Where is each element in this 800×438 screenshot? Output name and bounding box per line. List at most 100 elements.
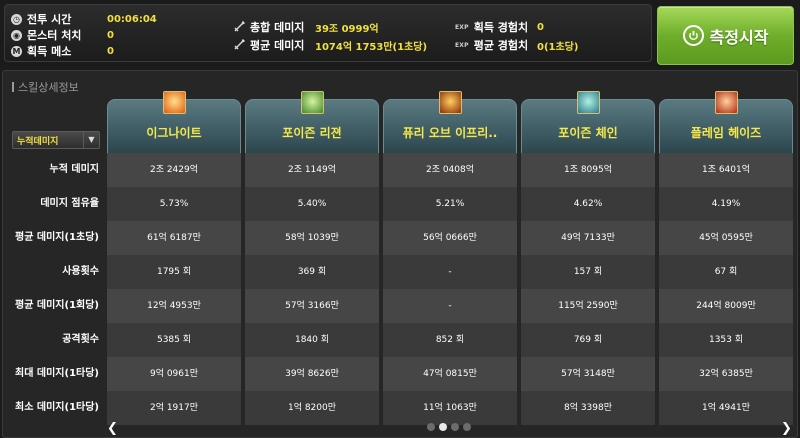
next-page-arrow[interactable]: ❯	[781, 421, 792, 436]
skill-header[interactable]: 포이즌 리젼	[245, 91, 379, 154]
stat-value: 0	[107, 29, 114, 41]
skill-name: 포이즌 리젼	[282, 126, 342, 140]
skill-header[interactable]: 플레임 헤이즈	[659, 91, 793, 154]
monster-icon: ◉	[11, 29, 22, 41]
skill-stat-cell: 769 회	[521, 323, 655, 357]
skill-stat-cell: 4.62%	[521, 187, 655, 221]
exp-icon: EXP	[455, 41, 469, 49]
row-label: 최대 데미지(1타당)	[15, 368, 99, 379]
start-measure-button[interactable]: 측정시작	[657, 6, 794, 65]
page-dot[interactable]	[463, 423, 471, 431]
page-dots	[427, 423, 471, 431]
sort-dropdown-value: 누적데미지	[17, 136, 59, 147]
meso-icon: M	[11, 45, 22, 57]
section-title: 스킬상세정보	[12, 79, 79, 95]
skill-stat-cell: 67 회	[659, 255, 793, 289]
skill-stat-cell: 1억 8200만	[245, 391, 379, 425]
skill-stat-cell: 5.21%	[383, 187, 517, 221]
stat-label: 몬스터 처치	[27, 29, 82, 42]
row-label: 평균 데미지(1회당)	[15, 300, 99, 311]
stat-label: 획득 경험치	[473, 21, 529, 34]
skill-stat-cell: 5385 회	[107, 323, 241, 357]
skill-stat-cell: 12억 4953만	[107, 289, 241, 323]
stat-monster: ◉ 몬스터 처치 0	[11, 27, 211, 43]
skill-stat-cell: 49억 7133만	[521, 221, 655, 255]
skill-stat-cell: 115억 2590만	[521, 289, 655, 323]
stat-value: 1074억 1753만(1초당)	[315, 41, 428, 53]
skill-stat-cell: 852 회	[383, 323, 517, 357]
exp-icon: EXP	[455, 23, 469, 31]
stat-label: 평균 데미지	[250, 39, 305, 52]
skill-stat-cell: 32억 6385만	[659, 357, 793, 391]
skill-name: 플레임 헤이즈	[690, 126, 762, 140]
skill-stat-cell: 369 회	[245, 255, 379, 289]
skill-icon	[301, 91, 324, 114]
page-dot[interactable]	[427, 423, 435, 431]
skill-stat-cell: 45억 0595만	[659, 221, 793, 255]
start-measure-label: 측정시작	[709, 27, 769, 47]
skill-name: 포이즌 체인	[558, 126, 618, 140]
skill-stat-cell: 47억 0815만	[383, 357, 517, 391]
row-labels: 누적 데미지 데미지 점유율 평균 데미지(1초당) 사용횟수 평균 데미지(1회당) 공…	[3, 153, 107, 425]
sword-icon	[233, 20, 246, 33]
battle-stats-panel: ◷ 전투 시간 00:06:04 ◉ 몬스터 처치 0 M 획득 메소 0 총합 데미지 39조 …	[4, 4, 652, 62]
skill-detail-panel: 스킬상세정보 누적데미지 ▼ 누적 데미지 데미지 점유율 평균 데미지(1초당) 사…	[2, 70, 798, 438]
stat-exp-0: EXP 획득 경험치 0	[455, 19, 645, 35]
skill-name: 퓨리 오브 이프리..	[402, 126, 498, 140]
stat-value: 39조 0999억	[315, 23, 379, 35]
skill-icon	[439, 91, 462, 114]
row-label: 최소 데미지(1타당)	[15, 402, 99, 413]
page-dot[interactable]	[451, 423, 459, 431]
skill-stat-cell: 2조 2429억	[107, 153, 241, 187]
skill-stat-cell: 2억 1917만	[107, 391, 241, 425]
skill-stat-cell: 4.19%	[659, 187, 793, 221]
skill-stat-cell: 1795 회	[107, 255, 241, 289]
stat-exp-1: EXP 평균 경험치 0(1초당)	[455, 37, 645, 53]
stat-value: 0(1초당)	[537, 41, 579, 53]
skill-stat-cell: 1353 회	[659, 323, 793, 357]
page-dot[interactable]	[439, 423, 447, 431]
skill-stat-cell: 1조 6401억	[659, 153, 793, 187]
row-label: 평균 데미지(1초당)	[15, 232, 99, 243]
skill-stat-cell: 244억 8009만	[659, 289, 793, 323]
skill-name: 이그나이트	[146, 126, 202, 140]
stat-damage-1: 평균 데미지 1074억 1753만(1초당)	[233, 37, 453, 53]
skill-column: 이그나이트 2조 2429억 5.73% 61억 6187만 1795 회 12억 495…	[107, 91, 241, 425]
prev-page-arrow[interactable]: ❮	[107, 421, 118, 436]
stat-label: 전투 시간	[27, 13, 72, 26]
stat-meso: M 획득 메소 0	[11, 43, 211, 59]
skill-stat-cell: 5.73%	[107, 187, 241, 221]
stat-label: 획득 메소	[27, 45, 72, 58]
stat-label: 평균 경험치	[473, 39, 529, 52]
skill-icon	[577, 91, 600, 114]
skill-header[interactable]: 포이즌 체인	[521, 91, 655, 154]
stat-label: 총합 데미지	[250, 21, 305, 34]
sword-icon	[233, 38, 246, 51]
clock-icon: ◷	[11, 13, 22, 25]
skill-stat-cell: 58억 1039만	[245, 221, 379, 255]
power-icon	[682, 25, 704, 46]
stat-value: 0	[537, 21, 544, 33]
skill-column: 포이즌 리젼 2조 1149억 5.40% 58억 1039만 369 회 57억 316…	[245, 91, 379, 425]
skill-icon	[715, 91, 738, 114]
skill-icon	[163, 91, 186, 114]
skill-stat-cell: 8억 3398만	[521, 391, 655, 425]
skill-stat-cell: 61억 6187만	[107, 221, 241, 255]
skill-stat-cell: 157 회	[521, 255, 655, 289]
skill-column: 퓨리 오브 이프리.. 2조 0408억 5.21% 56억 0666만 - -852 회…	[383, 91, 517, 425]
row-label: 공격횟수	[62, 334, 99, 345]
skill-header[interactable]: 퓨리 오브 이프리..	[383, 91, 517, 154]
chevron-down-icon: ▼	[83, 132, 99, 148]
skill-column: 플레임 헤이즈 1조 6401억 4.19% 45억 0595만 67 회 244억 80…	[659, 91, 793, 425]
skill-stat-cell: 1조 8095억	[521, 153, 655, 187]
skill-header[interactable]: 이그나이트	[107, 91, 241, 154]
row-label: 누적 데미지	[49, 164, 99, 175]
row-label: 사용횟수	[62, 266, 99, 277]
stat-value: 00:06:04	[107, 13, 157, 25]
skill-stat-cell: 11억 1063만	[383, 391, 517, 425]
skill-stat-cell: 57억 3166만	[245, 289, 379, 323]
skill-stat-cell: 57억 3148만	[521, 357, 655, 391]
skill-stat-cell: 1억 4941만	[659, 391, 793, 425]
skill-stat-cell: 2조 1149억	[245, 153, 379, 187]
sort-dropdown[interactable]: 누적데미지 ▼	[12, 131, 100, 149]
